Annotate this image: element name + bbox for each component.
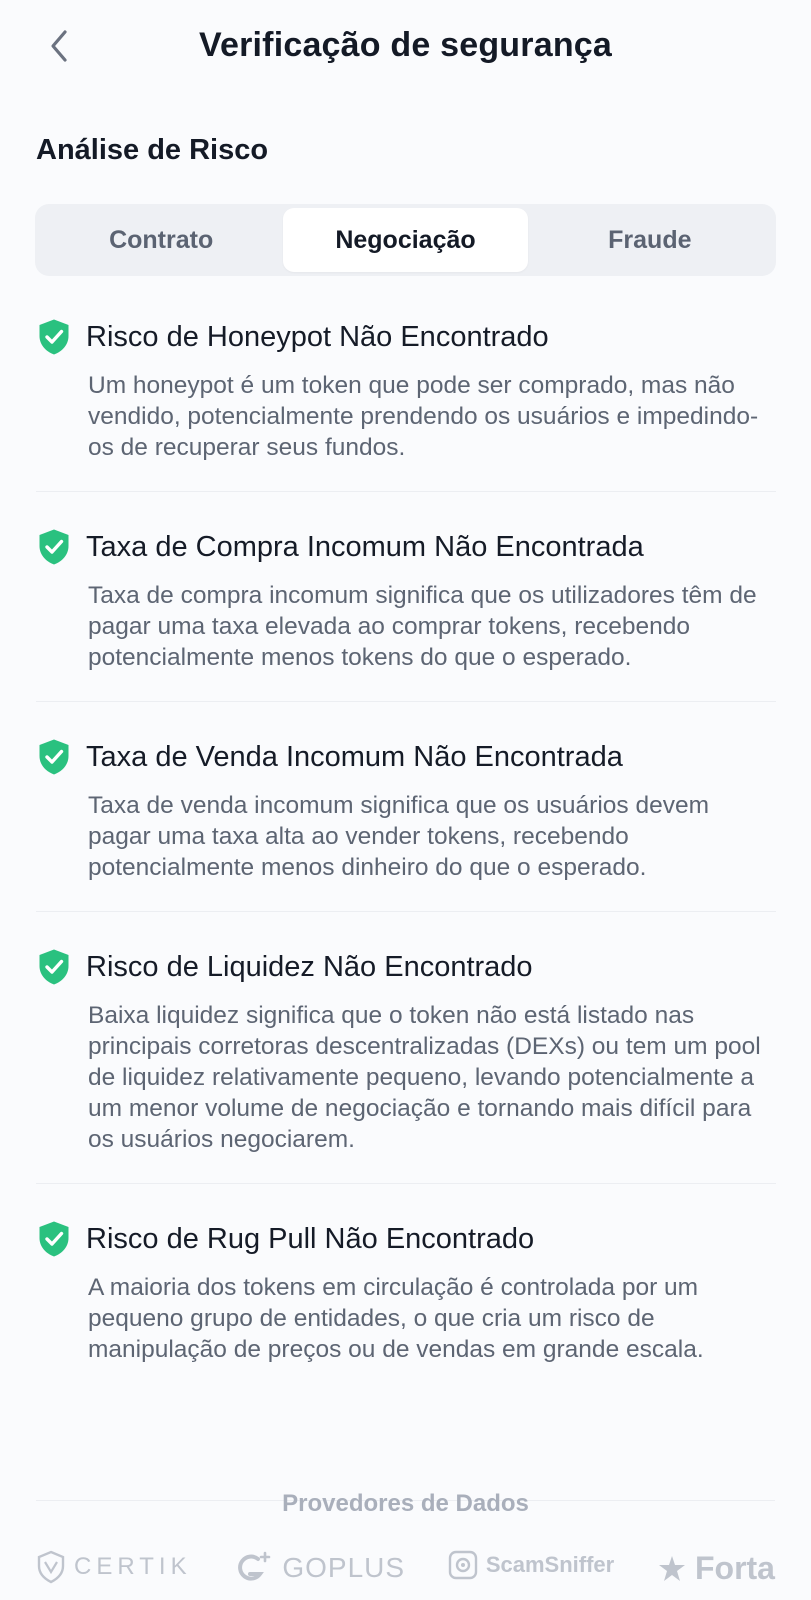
risk-header: Taxa de Venda Incomum Não Encontrada <box>36 738 776 776</box>
security-check-screen: Verificação de segurança Análise de Risc… <box>0 0 811 1600</box>
header: Verificação de segurança <box>0 0 811 96</box>
risk-header: Risco de Rug Pull Não Encontrado <box>36 1220 776 1258</box>
goplus-logo: GOPLUS <box>234 1550 405 1586</box>
risk-title: Taxa de Venda Incomum Não Encontrada <box>86 740 623 773</box>
scamsniffer-logo-text: ScamSniffer <box>485 1552 615 1577</box>
forta-logo-text: Forta <box>694 1550 775 1586</box>
shield-check-icon <box>39 949 69 985</box>
risk-title: Taxa de Compra Incomum Não Encontrada <box>86 530 644 563</box>
risk-item: Risco de Rug Pull Não Encontrado A maior… <box>36 1212 776 1393</box>
providers-title: Provedores de Dados <box>282 1490 529 1517</box>
providers-logos: CERTIK GOPLUS ScamSniffer Forta <box>36 1550 775 1600</box>
tab-negociacao[interactable]: Negociação <box>283 208 528 272</box>
risk-description: Taxa de compra incomum significa que os … <box>88 582 757 671</box>
tab-contrato[interactable]: Contrato <box>39 208 283 272</box>
forta-logo: Forta <box>657 1550 775 1587</box>
scamsniffer-mark-icon <box>448 1550 478 1580</box>
risk-header: Taxa de Compra Incomum Não Encontrada <box>36 528 776 566</box>
tab-fraude[interactable]: Fraude <box>528 208 772 272</box>
risk-description: A maioria dos tokens em circulação é con… <box>88 1274 704 1363</box>
risk-item: Risco de Liquidez Não Encontrado Baixa l… <box>36 940 776 1184</box>
certik-logo: CERTIK <box>36 1550 192 1584</box>
shield-check-icon <box>39 1221 69 1257</box>
risk-tabs: Contrato Negociação Fraude <box>35 204 776 276</box>
risk-header: Risco de Liquidez Não Encontrado <box>36 948 776 986</box>
risk-title: Risco de Rug Pull Não Encontrado <box>86 1222 535 1255</box>
section-title: Análise de Risco <box>36 134 269 166</box>
risk-list: Risco de Honeypot Não Encontrado Um hone… <box>36 310 776 1421</box>
risk-item: Risco de Honeypot Não Encontrado Um hone… <box>36 310 776 492</box>
shield-check-icon <box>39 319 69 355</box>
risk-title: Risco de Liquidez Não Encontrado <box>86 950 533 983</box>
risk-description: Baixa liquidez significa que o token não… <box>88 1002 761 1153</box>
forta-star-icon <box>658 1555 685 1581</box>
risk-title: Risco de Honeypot Não Encontrado <box>86 320 549 353</box>
risk-description: Taxa de venda incomum significa que os u… <box>88 792 710 881</box>
risk-item: Taxa de Venda Incomum Não Encontrada Tax… <box>36 730 776 912</box>
scamsniffer-logo: ScamSniffer <box>448 1550 614 1580</box>
certik-logo-text: CERTIK <box>74 1553 192 1580</box>
risk-item: Taxa de Compra Incomum Não Encontrada Ta… <box>36 520 776 702</box>
goplus-logo-text: GOPLUS <box>282 1552 406 1583</box>
risk-description: Um honeypot é um token que pode ser comp… <box>88 372 759 461</box>
shield-check-icon <box>39 739 69 775</box>
shield-check-icon <box>39 529 69 565</box>
certik-shield-icon <box>37 1550 65 1584</box>
risk-header: Risco de Honeypot Não Encontrado <box>36 318 776 356</box>
goplus-mark-icon <box>238 1551 271 1581</box>
page-title: Verificação de segurança <box>198 26 613 64</box>
